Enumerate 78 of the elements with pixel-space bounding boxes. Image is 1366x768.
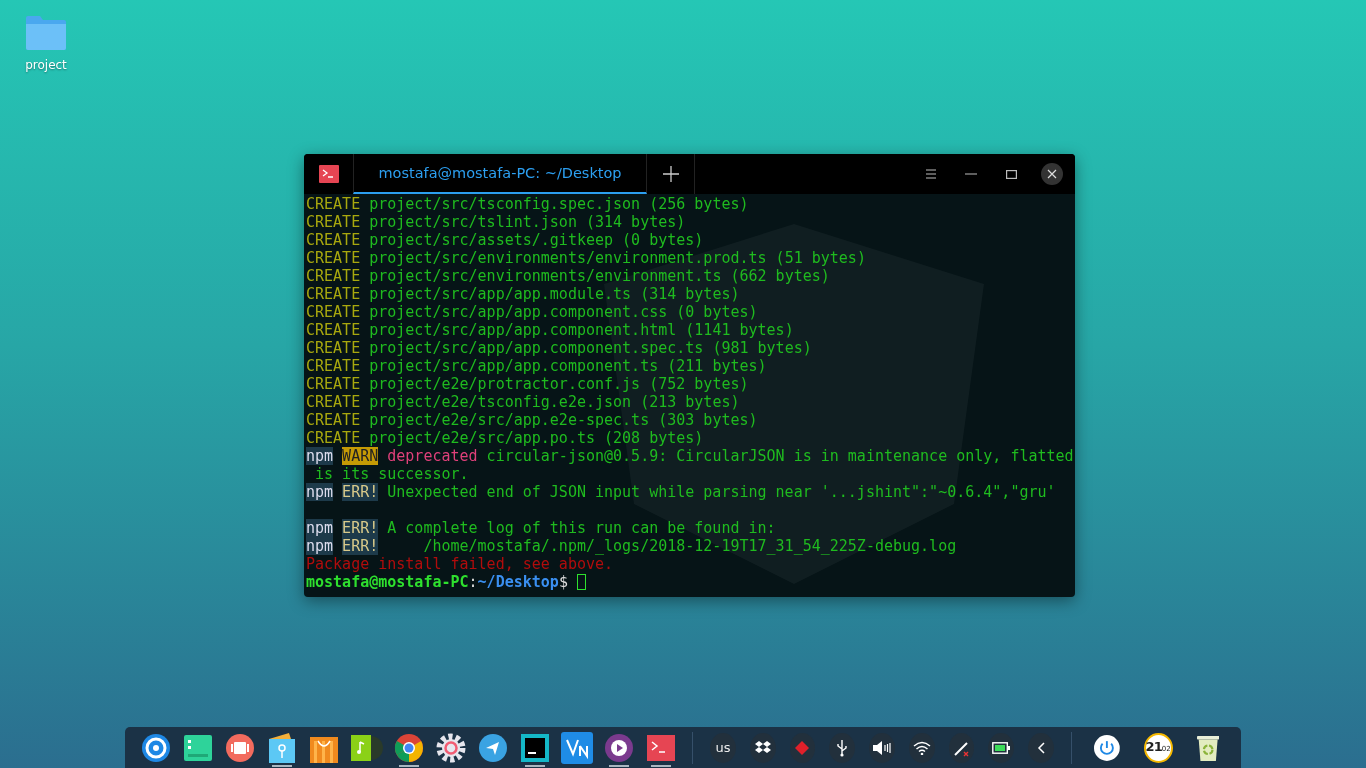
launcher-icon[interactable] [141,732,172,763]
editor-icon[interactable] [561,731,593,764]
keyboard-layout-button[interactable]: us [710,732,736,763]
box-icon[interactable] [269,732,296,763]
close-icon [1047,169,1057,179]
ide-icon[interactable] [520,733,549,762]
terminal-text: CREATE [306,393,361,411]
diamond-icon[interactable] [794,739,811,756]
text-cursor [576,574,586,590]
terminal-text: CREATE [306,213,361,231]
terminal-text: ERR! [342,519,379,537]
paper-plane-icon[interactable] [478,733,507,762]
terminal-text: project/src/environments/environment.prod.ts (51 bytes) [368,249,866,267]
terminal-text: project/src/app/app.component.ts (211 bytes) [368,357,767,375]
terminal-text: CREATE [306,357,361,375]
terminal-text: project/src/assets/.gitkeep (0 bytes) [368,231,704,249]
terminal-text: CREATE [306,285,361,303]
minimize-icon [965,173,977,175]
wifi-icon[interactable] [912,740,931,755]
terminal-text: ERR! [342,483,379,501]
terminal-text: project/src/environments/environment.ts (662 bytes) [368,267,830,285]
terminal-text: /home/mostafa/.npm/_logs/2018-12-19T17_31_54_225Z-debug.log [422,537,957,555]
terminal-text: project/src/app/app.component.css (0 bytes) [368,303,758,321]
terminal-text: project/src/app/app.component.spec.ts (981 bytes) [368,339,812,357]
terminal-icon[interactable] [647,734,676,761]
music-icon[interactable] [350,734,383,761]
terminal-text: Package install failed, see above. [306,555,614,573]
browser-icon[interactable] [393,732,424,763]
clock-hours: 21 [1145,738,1162,754]
terminal-text: Unexpected end of JSON input while parsing near '...jshint":"~0.6.4","gru' [386,483,1056,501]
power-icon[interactable] [1093,732,1120,763]
usb-icon[interactable] [836,738,849,757]
terminal-icon [319,165,339,183]
terminal-text: CREATE [306,303,361,321]
prompt-text: ~/Desktop [477,573,559,591]
terminal-text: CREATE [306,231,361,249]
terminal-text: project/src/app/app.module.ts (314 bytes) [368,285,740,303]
terminal-text: project/e2e/src/app.po.ts (208 bytes) [368,429,704,447]
battery-icon[interactable] [992,741,1011,754]
prompt-text: : [468,573,478,591]
terminal-text: deprecated [386,447,478,465]
terminal-text: project/src/tsconfig.spec.json (256 bytes) [368,195,749,213]
recorder-icon[interactable] [225,732,256,763]
terminal-text: is its successor. [314,465,469,483]
terminal-text: npm [306,537,334,555]
dropbox-icon[interactable] [754,740,771,755]
window-app-icon[interactable] [184,734,213,761]
chevron-left-icon[interactable] [1037,741,1046,754]
terminal-text: CREATE [306,429,361,447]
terminal-text: ERR! [342,537,379,555]
terminal-text: project/e2e/tsconfig.e2e.json (213 bytes) [368,393,740,411]
prompt-text: $ [558,573,568,591]
prompt-text: mostafa@mostafa-PC [306,573,469,591]
close-button[interactable] [1041,163,1063,185]
menu-icon [925,169,937,179]
terminal-text: CREATE [306,321,361,339]
terminal-text: CREATE [306,411,361,429]
terminal-tab[interactable]: mostafa@mostafa-PC: ~/Desktop [353,154,647,194]
terminal-text: A complete log of this run can be found in: [386,519,776,537]
terminal-text: project/e2e/protractor.conf.js (752 bytes) [368,375,749,393]
terminal-text: project/e2e/src/app.e2e-spec.ts (303 bytes) [368,411,758,429]
terminal-text: CREATE [306,249,361,267]
terminal-text: CREATE [306,195,361,213]
maximize-icon [1005,169,1017,179]
terminal-text: project/src/app/app.component.html (1141 bytes) [368,321,794,339]
volume-icon[interactable] [873,740,891,755]
terminal-text: circular-json@0.5.9: CircularJSON is in maintenance only, flatted [485,447,1074,465]
terminal-text: CREATE [306,375,361,393]
terminal-text: npm [306,519,334,537]
plus-icon [662,166,679,182]
terminal-text: npm [306,447,334,465]
play-icon[interactable] [605,733,634,762]
settings-icon[interactable] [435,732,466,763]
terminal-text: npm [306,483,334,501]
terminal-text: CREATE [306,339,361,357]
terminal-text: project/src/tslint.json (314 bytes) [368,213,686,231]
terminal-text: CREATE [306,267,361,285]
terminal-text: WARN [342,447,379,465]
